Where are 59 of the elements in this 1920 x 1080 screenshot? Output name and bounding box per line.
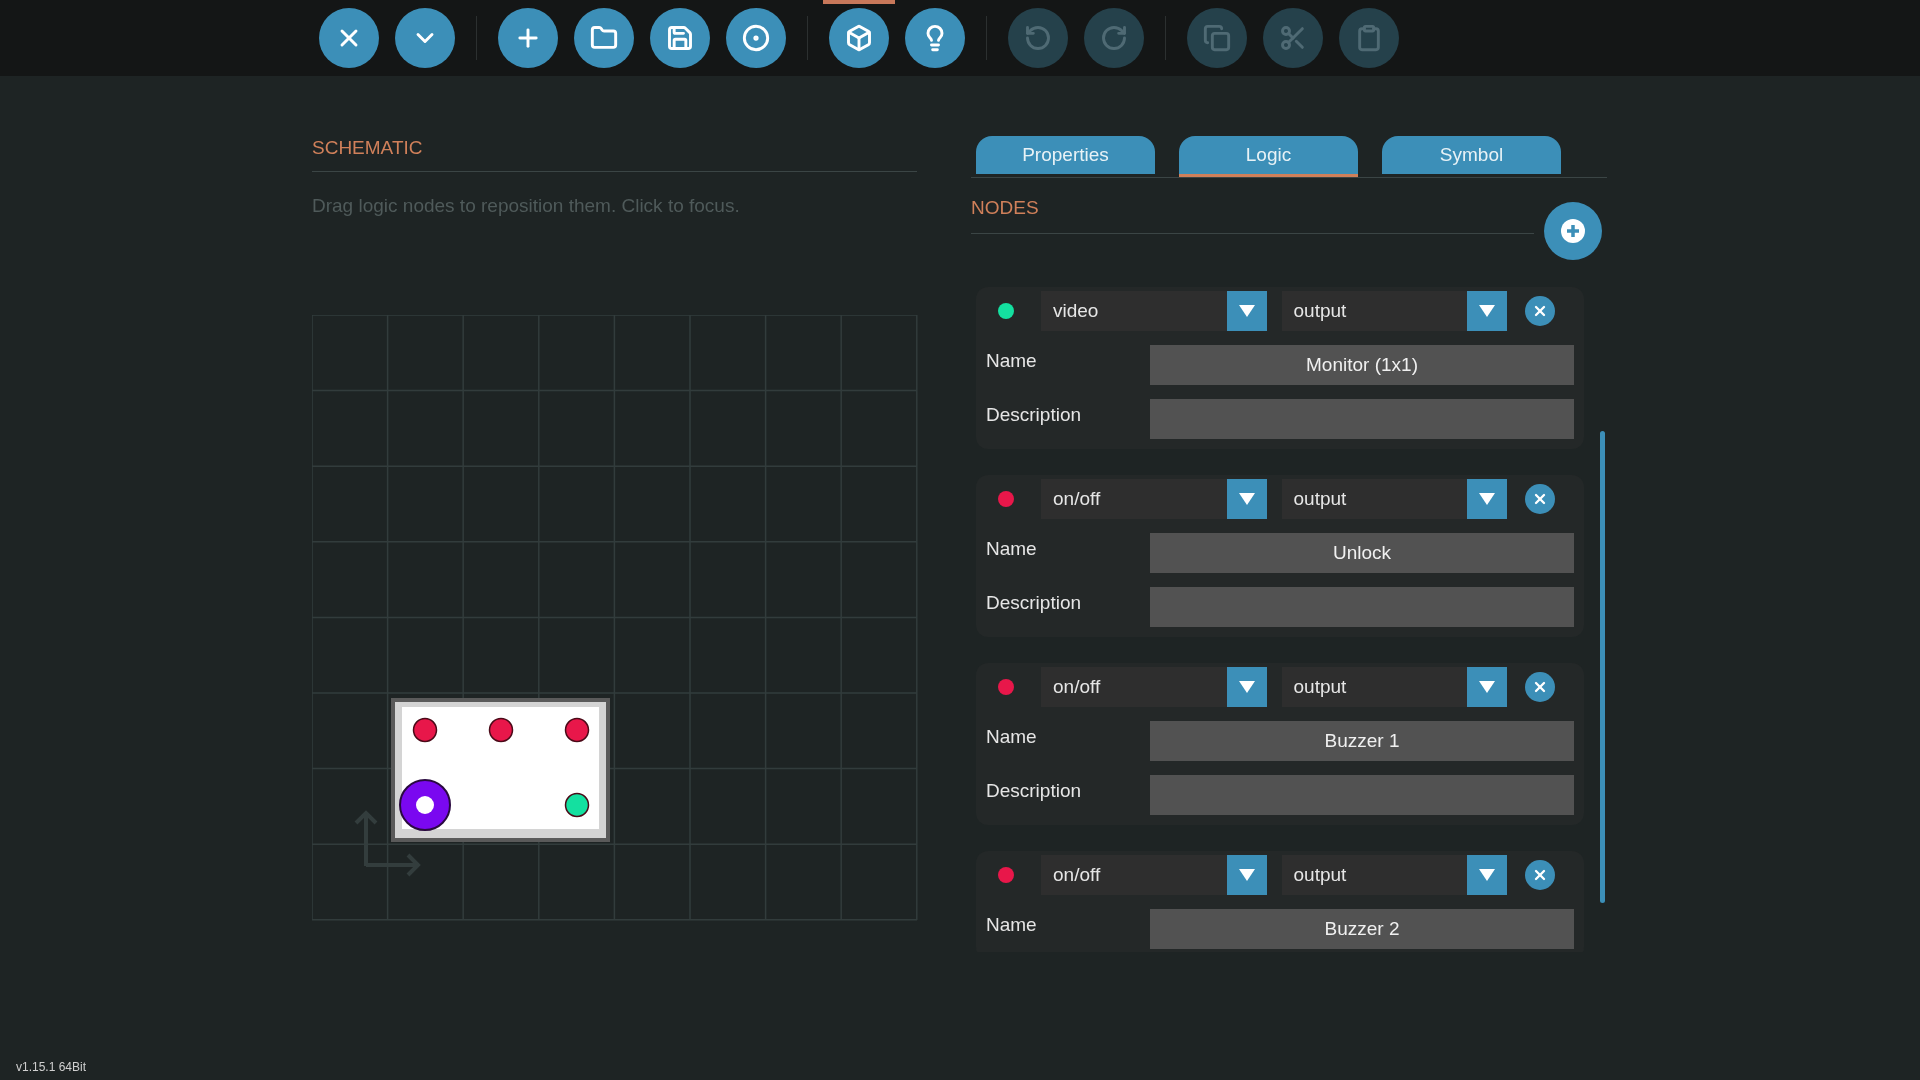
add-node-button[interactable]	[1544, 202, 1602, 260]
field-label: Description	[986, 403, 1083, 427]
dropdown-value: output	[1292, 862, 1348, 887]
scissors-icon	[1279, 24, 1307, 52]
dropdown-value: on/off	[1052, 862, 1102, 887]
dropdown[interactable]: on/off	[1041, 855, 1267, 895]
redo-icon	[1100, 24, 1128, 52]
pin-dot[interactable]	[564, 792, 590, 818]
field-label: Description	[986, 779, 1083, 803]
description-field[interactable]	[1150, 587, 1574, 627]
remove-node-button[interactable]	[1525, 860, 1555, 890]
origin-ring-icon	[399, 779, 451, 831]
section-title: SCHEMATIC	[312, 136, 424, 160]
field-label: Name	[986, 725, 1038, 749]
remove-node-button[interactable]	[1525, 296, 1555, 326]
dropdown[interactable]: video	[1041, 291, 1267, 331]
dropdown-value: output	[1292, 298, 1348, 323]
dropdown[interactable]: output	[1281, 479, 1507, 519]
name-field[interactable]: Buzzer 1	[1150, 721, 1574, 761]
name-field[interactable]: Unlock	[1150, 533, 1574, 573]
dropdown-value: on/off	[1052, 674, 1102, 699]
description-field[interactable]	[1150, 399, 1574, 439]
pin-dot[interactable]	[412, 717, 438, 743]
dropdown-value: output	[1292, 674, 1348, 699]
field-label: Description	[986, 591, 1083, 615]
schematic-canvas[interactable]	[312, 315, 918, 921]
pin-dot[interactable]	[488, 717, 514, 743]
plus-icon	[1561, 219, 1585, 243]
axis-arrows-icon	[354, 810, 421, 877]
copy-icon	[1203, 24, 1231, 52]
pin-dot[interactable]	[564, 717, 590, 743]
close-icon	[1532, 679, 1548, 695]
field-label: Name	[986, 537, 1038, 561]
remove-node-button[interactable]	[1525, 672, 1555, 702]
cube-icon	[845, 24, 873, 52]
folder-icon	[590, 24, 618, 52]
dropdown-value: output	[1292, 486, 1348, 511]
field-label: Name	[986, 349, 1038, 373]
toolbar-button[interactable]	[823, 0, 895, 68]
name-field[interactable]: Monitor (1x1)	[1150, 345, 1574, 385]
dropdown[interactable]: output	[1281, 667, 1507, 707]
close-icon	[1532, 867, 1548, 883]
description-field[interactable]	[1150, 775, 1574, 815]
dropdown[interactable]: output	[1281, 291, 1507, 331]
version-text: v1.15.1 64Bit	[16, 1059, 87, 1076]
clipboard-icon	[1355, 24, 1383, 52]
dropdown-value: on/off	[1052, 486, 1102, 511]
dropdown[interactable]: output	[1281, 855, 1507, 895]
close-icon	[1532, 303, 1548, 319]
dropdown[interactable]: on/off	[1041, 667, 1267, 707]
undo-icon	[1024, 24, 1052, 52]
section-title: NODES	[971, 196, 1040, 220]
field-label: Name	[986, 913, 1038, 937]
dropdown[interactable]: on/off	[1041, 479, 1267, 519]
close-icon	[1532, 491, 1548, 507]
name-field[interactable]: Buzzer 2	[1150, 909, 1574, 949]
scrollbar-thumb[interactable]	[1600, 431, 1605, 903]
remove-node-button[interactable]	[1525, 484, 1555, 514]
dropdown-value: video	[1052, 298, 1100, 323]
